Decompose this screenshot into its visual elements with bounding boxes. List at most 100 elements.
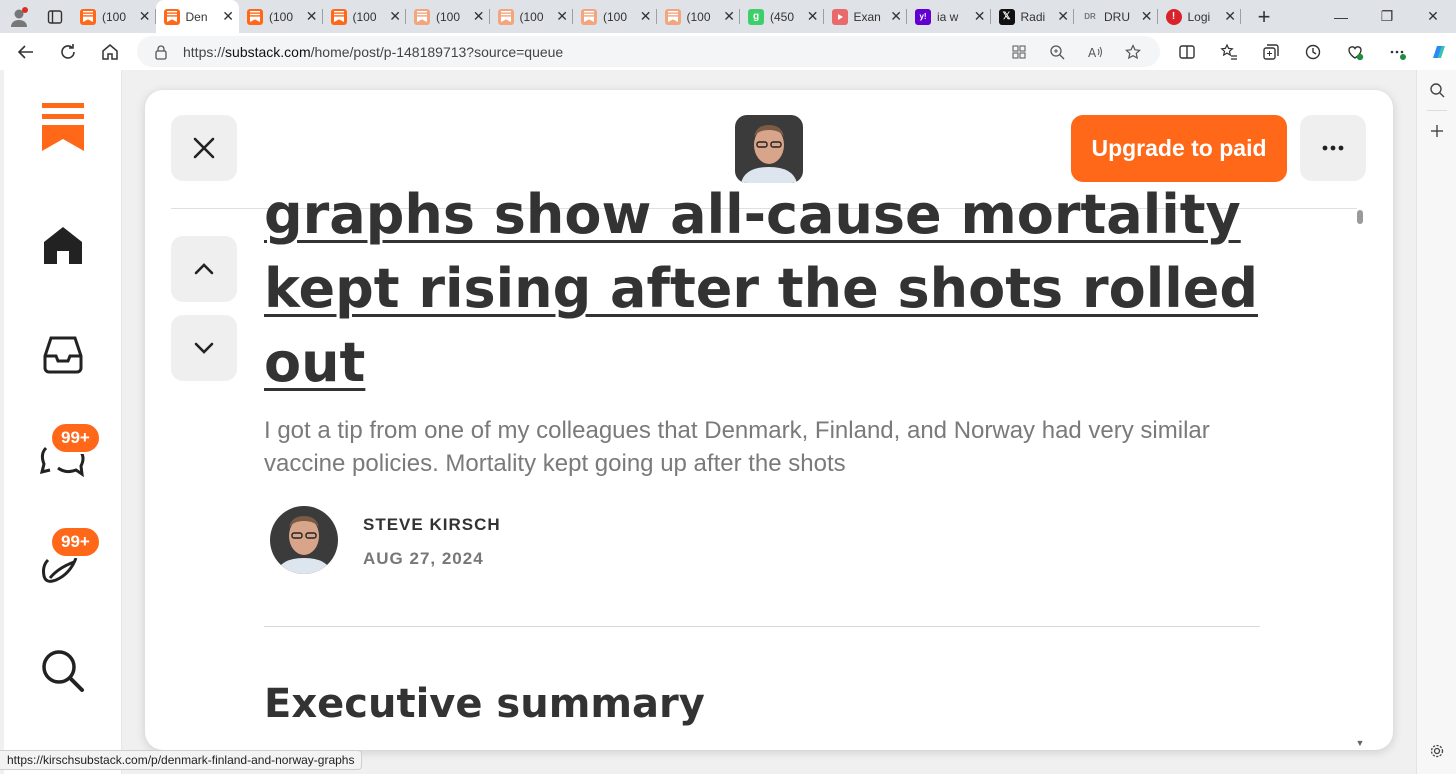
close-tab-icon[interactable]: ✕ <box>974 8 986 25</box>
app-available-icon[interactable] <box>1000 36 1038 67</box>
tab-title: (450 <box>770 9 795 24</box>
address-bar[interactable]: https://substack.com/home/post/p-1481897… <box>137 36 1160 67</box>
close-tab-icon[interactable]: ✕ <box>306 8 318 25</box>
collections-icon[interactable] <box>1250 33 1292 70</box>
previous-post-button[interactable] <box>171 236 237 302</box>
scrollbar-thumb[interactable] <box>1357 210 1363 224</box>
substack-sidebar: 99+ 99+ <box>4 70 122 774</box>
page: 99+ 99+ Upgrade to paid graphs show all-… <box>0 70 1416 774</box>
nav-chat[interactable]: 99+ <box>4 422 122 482</box>
browser-tab[interactable]: (100 ✕ <box>72 0 156 33</box>
copilot-icon[interactable] <box>1418 33 1456 70</box>
favorite-star-icon[interactable] <box>1114 36 1152 67</box>
browser-tab[interactable]: y! ia w ✕ <box>907 0 991 33</box>
favorites-icon[interactable] <box>1208 33 1250 70</box>
browser-tab[interactable]: (100 ✕ <box>657 0 741 33</box>
close-tab-icon[interactable]: ✕ <box>1057 8 1069 25</box>
close-post-button[interactable] <box>171 115 237 181</box>
url-text[interactable]: https://substack.com/home/post/p-1481897… <box>183 44 563 60</box>
substack-favicon-icon <box>330 8 347 25</box>
browser-tab[interactable]: Exan ✕ <box>824 0 908 33</box>
tab-actions-icon[interactable] <box>38 0 72 33</box>
tab-title: (100 <box>269 9 294 24</box>
post-title-link[interactable]: graphs show all-cause mortality kept ris… <box>264 178 1264 400</box>
browser-toolbar: https://substack.com/home/post/p-1481897… <box>0 33 1456 70</box>
nav-home[interactable] <box>4 224 122 266</box>
history-icon[interactable] <box>1292 33 1334 70</box>
url-path: /home/post/p-148189713?source=queue <box>310 43 564 60</box>
close-tab-icon[interactable]: ✕ <box>222 8 234 25</box>
browser-essentials-icon[interactable] <box>1334 33 1376 70</box>
nav-inbox[interactable] <box>4 334 122 374</box>
browser-tab[interactable]: 𝕏 Radi ✕ <box>991 0 1075 33</box>
close-window-button[interactable]: ✕ <box>1410 0 1456 33</box>
nav-activity[interactable]: 99+ <box>4 526 122 590</box>
zoom-icon[interactable] <box>1038 36 1076 67</box>
close-tab-icon[interactable]: ✕ <box>640 8 652 25</box>
author-avatar[interactable] <box>270 506 338 574</box>
more-horizontal-icon <box>1322 145 1344 151</box>
close-tab-icon[interactable]: ✕ <box>723 8 735 25</box>
nav-search[interactable] <box>4 648 122 694</box>
sidebar-add-icon[interactable] <box>1417 111 1456 151</box>
minimize-button[interactable]: — <box>1318 0 1364 33</box>
browser-tab[interactable]: g (450 ✕ <box>740 0 824 33</box>
close-icon <box>193 137 215 159</box>
profile-icon[interactable] <box>0 0 38 33</box>
home-icon <box>44 227 82 264</box>
more-menu-icon[interactable] <box>1376 33 1418 70</box>
read-aloud-icon[interactable]: A <box>1076 36 1114 67</box>
browser-tab[interactable]: (100 ✕ <box>239 0 323 33</box>
dr-favicon-icon: DR <box>1084 12 1096 21</box>
y!-favicon-icon: y! <box>915 8 931 25</box>
close-tab-icon[interactable]: ✕ <box>1141 8 1153 25</box>
author-name[interactable]: STEVE KIRSCH <box>363 515 501 535</box>
tab-title: DRU <box>1104 9 1130 24</box>
scrollbar[interactable]: ▼ <box>1355 210 1365 748</box>
close-tab-icon[interactable]: ✕ <box>473 8 485 25</box>
substack-favicon-icon <box>247 8 263 25</box>
browser-tab[interactable]: ! Logi ✕ <box>1158 0 1242 33</box>
browser-tab[interactable]: (100 ✕ <box>323 0 407 33</box>
substack-favicon-icon <box>497 8 514 25</box>
close-tab-icon[interactable]: ✕ <box>556 8 568 25</box>
browser-tab[interactable]: Den ✕ <box>155 0 239 33</box>
close-tab-icon[interactable]: ✕ <box>389 8 401 25</box>
close-tab-icon[interactable]: ✕ <box>807 8 819 25</box>
status-bar-url: https://kirschsubstack.com/p/denmark-fin… <box>0 750 363 770</box>
home-button[interactable] <box>89 33 131 70</box>
substack-logo[interactable] <box>4 103 122 151</box>
upgrade-to-paid-button[interactable]: Upgrade to paid <box>1071 115 1287 182</box>
substack-favicon-icon <box>664 8 681 25</box>
more-options-button[interactable] <box>1300 115 1366 181</box>
new-tab-button[interactable]: + <box>1247 0 1281 33</box>
section-heading: Executive summary <box>264 681 705 727</box>
refresh-button[interactable] <box>47 33 89 70</box>
scroll-down-arrow-icon[interactable]: ▼ <box>1355 738 1365 748</box>
close-tab-icon[interactable]: ✕ <box>139 8 151 25</box>
url-prefix: https:// <box>183 43 226 60</box>
sidebar-settings-icon[interactable] <box>1417 731 1456 771</box>
chevron-up-icon <box>194 263 214 275</box>
publication-avatar[interactable] <box>735 115 803 183</box>
back-button[interactable] <box>5 33 47 70</box>
close-tab-icon[interactable]: ✕ <box>890 8 902 25</box>
tab-title: (100 <box>603 9 628 24</box>
tab-strip: (100 ✕ Den ✕ (100 ✕ (100 ✕ (100 ✕ (100 ✕ (100 ✕ (100 ✕ g… <box>0 0 1456 33</box>
chevron-down-icon <box>194 342 214 354</box>
browser-tab[interactable]: (100 ✕ <box>490 0 574 33</box>
browser-tab[interactable]: (100 ✕ <box>406 0 490 33</box>
sidebar-search-icon[interactable] <box>1417 70 1456 110</box>
youtube-favicon-icon <box>831 8 848 25</box>
tab-title: (100 <box>352 9 377 24</box>
author-photo <box>735 115 803 183</box>
browser-tab[interactable]: (100 ✕ <box>573 0 657 33</box>
next-post-button[interactable] <box>171 315 237 381</box>
substack-favicon-icon <box>581 8 597 25</box>
svg-text:A: A <box>1088 46 1097 60</box>
close-tab-icon[interactable]: ✕ <box>1224 8 1236 25</box>
split-screen-icon[interactable] <box>1166 33 1208 70</box>
restore-button[interactable]: ❐ <box>1364 0 1410 33</box>
lock-icon[interactable] <box>153 44 169 60</box>
browser-tab[interactable]: DR DRU ✕ <box>1074 0 1158 33</box>
